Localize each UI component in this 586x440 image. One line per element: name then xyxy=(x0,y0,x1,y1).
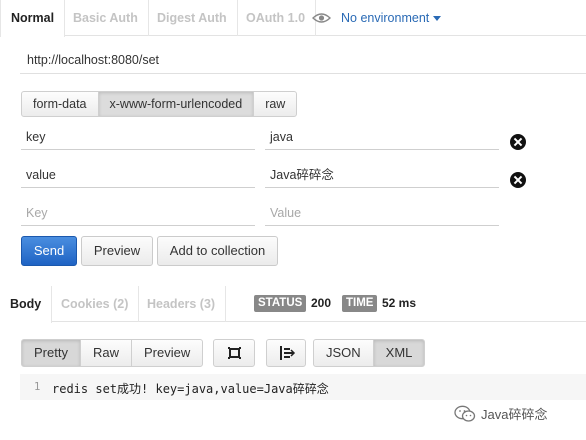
new-key-input[interactable]: Key xyxy=(21,200,255,226)
preview-button[interactable]: Preview xyxy=(81,236,153,266)
body-type-urlencoded[interactable]: x-www-form-urlencoded xyxy=(97,91,255,117)
response-body[interactable]: 1 redis set成功! key=java,value=Java碎碎念 xyxy=(20,374,586,400)
eye-icon[interactable] xyxy=(312,12,331,24)
view-preview-button[interactable]: Preview xyxy=(130,339,204,367)
wrap-lines-button[interactable] xyxy=(266,339,306,367)
time-badge: TIME xyxy=(342,295,378,312)
format-json-button[interactable]: JSON xyxy=(313,339,374,367)
line-number: 1 xyxy=(34,381,41,393)
url-value: http://localhost:8080/set xyxy=(27,53,160,67)
tab-headers[interactable]: Headers (3) xyxy=(137,286,227,322)
param-key-input[interactable]: value xyxy=(21,162,255,188)
response-text: redis set成功! key=java,value=Java碎碎念 xyxy=(52,382,329,396)
view-raw-button[interactable]: Raw xyxy=(79,339,132,367)
watermark-text: Java碎碎念 xyxy=(481,407,548,422)
delete-param-icon[interactable] xyxy=(510,134,526,150)
param-key-input[interactable]: key xyxy=(21,124,255,150)
environment-selector[interactable]: No environment xyxy=(312,0,442,36)
new-value-input[interactable]: Value xyxy=(265,200,499,226)
format-xml-button[interactable]: XML xyxy=(372,339,426,367)
watermark: Java碎碎念 xyxy=(454,404,547,423)
param-value-input[interactable]: java xyxy=(265,124,499,150)
status-badge: STATUS xyxy=(254,295,307,312)
tab-normal[interactable]: Normal xyxy=(0,0,66,37)
body-type-group: form-data x-www-form-urlencoded raw xyxy=(21,91,298,117)
tab-oauth[interactable]: OAuth 1.0 xyxy=(236,0,317,36)
body-type-form-data[interactable]: form-data xyxy=(21,91,99,117)
auth-tab-bar: Normal Basic Auth Digest Auth OAuth 1.0 … xyxy=(0,0,586,37)
view-mode-group: Pretty Raw Preview xyxy=(21,339,204,367)
url-input[interactable]: http://localhost:8080/set xyxy=(20,46,586,74)
tab-cookies[interactable]: Cookies (2) xyxy=(51,286,140,322)
send-button[interactable]: Send xyxy=(21,236,77,266)
tab-body[interactable]: Body xyxy=(0,286,53,323)
param-value-input[interactable]: Java碎碎念 xyxy=(265,162,499,188)
copy-response-button[interactable] xyxy=(213,339,255,367)
chevron-down-icon[interactable] xyxy=(433,15,442,21)
environment-label[interactable]: No environment xyxy=(341,11,429,25)
delete-param-icon[interactable] xyxy=(510,172,526,188)
view-pretty-button[interactable]: Pretty xyxy=(21,339,81,367)
tab-basic-auth[interactable]: Basic Auth xyxy=(63,0,149,36)
expand-icon xyxy=(228,347,241,359)
status-value: 200 xyxy=(311,296,332,310)
body-type-raw[interactable]: raw xyxy=(253,91,298,117)
tab-digest-auth[interactable]: Digest Auth xyxy=(147,0,238,36)
wrap-icon xyxy=(280,346,296,360)
format-mode-group: JSON XML xyxy=(313,339,426,367)
response-tab-bar: Body Cookies (2) Headers (3) STATUS 200 … xyxy=(0,286,586,323)
time-value: 52 ms xyxy=(382,296,417,310)
wechat-icon xyxy=(454,405,476,422)
add-to-collection-button[interactable]: Add to collection xyxy=(157,236,278,266)
